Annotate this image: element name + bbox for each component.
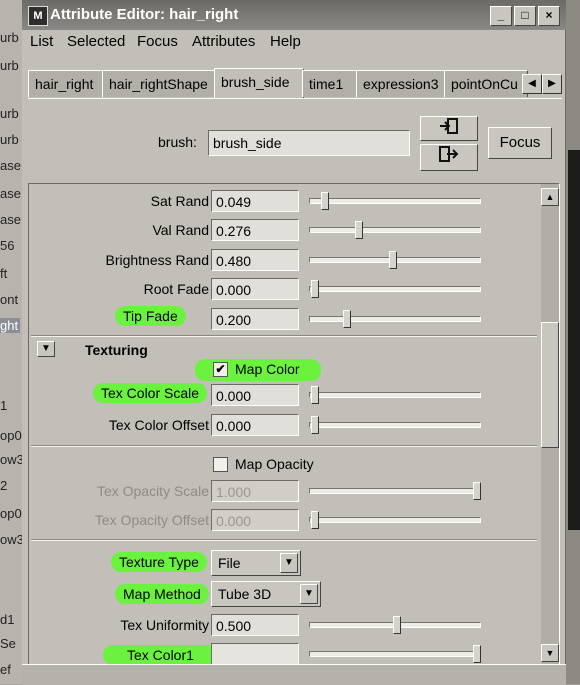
tab-hair-rightshape[interactable]: hair_rightShape xyxy=(102,70,216,97)
focus-button[interactable]: Focus xyxy=(488,127,552,159)
attribute-panel: Sat Rand 0.049 Val Rand 0.276 Brightness… xyxy=(28,183,560,665)
map-color-checkbox[interactable]: ✔ xyxy=(213,362,228,377)
val-rand-slider[interactable] xyxy=(309,227,481,233)
attribute-editor-window: M Attribute Editor: hair_right _ □ × Lis… xyxy=(22,0,566,685)
tip-fade-field[interactable]: 0.200 xyxy=(211,308,299,330)
tab-scroll-left-icon[interactable]: ◀ xyxy=(522,74,542,94)
texturing-header: Texturing xyxy=(85,342,148,358)
background-dark-panel xyxy=(568,150,580,530)
tex-uniformity-field[interactable]: 0.500 xyxy=(211,614,299,636)
brightness-rand-label: Brightness Rand xyxy=(105,252,209,268)
brush-name-field[interactable]: brush_side xyxy=(208,130,410,156)
section-divider xyxy=(31,445,537,447)
tex-color1-swatch[interactable] xyxy=(211,643,299,664)
tip-fade-slider[interactable] xyxy=(309,316,481,322)
tex-color-offset-slider-thumb[interactable] xyxy=(311,416,319,434)
tex-opacity-scale-label: Tex Opacity Scale xyxy=(96,483,209,499)
tex-uniformity-slider-thumb[interactable] xyxy=(393,616,401,634)
menu-selected[interactable]: Selected xyxy=(67,33,125,50)
maya-app-icon[interactable]: M xyxy=(28,6,48,26)
select-node-button[interactable] xyxy=(420,144,478,171)
sat-rand-slider[interactable] xyxy=(309,198,481,204)
tab-hair-right[interactable]: hair_right xyxy=(28,70,104,97)
tex-color-scale-slider[interactable] xyxy=(309,392,481,398)
tex-color-offset-label: Tex Color Offset xyxy=(108,417,209,433)
background-outliner-strip: urb urb urb urb ase ase ase 56 ft ont gh… xyxy=(0,0,24,684)
tex-color-offset-slider[interactable] xyxy=(309,422,481,428)
texture-type-dropdown[interactable]: File ▼ xyxy=(211,550,301,576)
tex-opacity-offset-slider[interactable] xyxy=(309,517,481,523)
menu-bar: List Selected Focus Attributes Help xyxy=(22,30,566,54)
chevron-down-icon: ▼ xyxy=(280,553,298,573)
minimize-button[interactable]: _ xyxy=(490,6,512,26)
tex-color-offset-field[interactable]: 0.000 xyxy=(211,414,299,436)
val-rand-slider-thumb[interactable] xyxy=(355,221,363,239)
tex-uniformity-label: Tex Uniformity xyxy=(120,617,209,633)
menu-list[interactable]: List xyxy=(30,33,53,50)
load-node-icon xyxy=(440,118,458,134)
bottom-button-bar xyxy=(22,664,566,685)
tex-opacity-offset-slider-thumb[interactable] xyxy=(311,511,319,529)
map-opacity-checkbox[interactable] xyxy=(213,457,228,472)
map-method-value: Tube 3D xyxy=(218,586,272,602)
tab-pointoncurve[interactable]: pointOnCu xyxy=(444,70,528,97)
scroll-up-icon[interactable]: ▲ xyxy=(541,188,559,206)
brightness-rand-field[interactable]: 0.480 xyxy=(211,249,299,271)
tex-color-scale-slider-thumb[interactable] xyxy=(311,386,319,404)
tab-brush-side[interactable]: brush_side xyxy=(214,68,304,98)
val-rand-label: Val Rand xyxy=(152,222,209,238)
root-fade-field[interactable]: 0.000 xyxy=(211,278,299,300)
map-color-label: Map Color xyxy=(235,361,300,377)
chevron-down-icon: ▼ xyxy=(300,584,318,604)
root-fade-slider-thumb[interactable] xyxy=(311,280,319,298)
tip-fade-label: Tip Fade xyxy=(115,306,186,326)
tip-fade-slider-thumb[interactable] xyxy=(343,310,351,328)
node-tabs: hair_right hair_rightShape brush_side ti… xyxy=(28,68,562,99)
map-method-dropdown[interactable]: Tube 3D ▼ xyxy=(211,581,321,607)
tex-color1-slider-thumb[interactable] xyxy=(473,645,481,663)
brightness-rand-slider-thumb[interactable] xyxy=(389,251,397,269)
menu-help[interactable]: Help xyxy=(270,33,301,50)
tex-color-scale-field[interactable]: 0.000 xyxy=(211,384,299,406)
tex-opacity-offset-field[interactable]: 0.000 xyxy=(211,509,299,531)
tex-opacity-offset-label: Tex Opacity Offset xyxy=(94,512,209,528)
select-node-icon xyxy=(439,146,459,162)
scroll-down-icon[interactable]: ▼ xyxy=(541,644,559,662)
close-button[interactable]: × xyxy=(538,6,560,26)
texture-type-value: File xyxy=(218,555,241,571)
maximize-button[interactable]: □ xyxy=(514,6,536,26)
menu-attributes[interactable]: Attributes xyxy=(192,33,255,50)
menu-focus[interactable]: Focus xyxy=(137,33,178,50)
tex-opacity-scale-field[interactable]: 1.000 xyxy=(211,480,299,502)
section-divider xyxy=(31,539,537,541)
tex-color1-label: Tex Color1 xyxy=(103,645,218,664)
tab-expression3[interactable]: expression3 xyxy=(356,70,446,97)
texture-type-label: Texture Type xyxy=(111,552,207,572)
val-rand-field[interactable]: 0.276 xyxy=(211,219,299,241)
map-opacity-label: Map Opacity xyxy=(235,456,314,472)
tex-color1-slider[interactable] xyxy=(309,651,481,657)
collapse-texturing-icon[interactable]: ▼ xyxy=(37,341,55,357)
tex-opacity-scale-slider[interactable] xyxy=(309,488,481,494)
tex-color-scale-label: Tex Color Scale xyxy=(93,383,208,403)
sat-rand-label: Sat Rand xyxy=(150,193,209,209)
load-node-button[interactable] xyxy=(420,116,478,141)
window-title: Attribute Editor: hair_right xyxy=(50,6,239,23)
tex-opacity-scale-slider-thumb[interactable] xyxy=(473,482,481,500)
sat-rand-field[interactable]: 0.049 xyxy=(211,190,299,212)
vertical-scrollbar[interactable]: ▲ ▼ xyxy=(541,184,559,664)
brush-label: brush: xyxy=(158,134,197,150)
outliner-selected-item[interactable]: ght xyxy=(0,318,20,333)
root-fade-slider[interactable] xyxy=(309,286,481,292)
tab-time1[interactable]: time1 xyxy=(302,70,358,97)
tab-scroll-right-icon[interactable]: ▶ xyxy=(542,74,562,94)
sat-rand-slider-thumb[interactable] xyxy=(321,192,329,210)
scrollbar-thumb[interactable] xyxy=(541,322,559,448)
title-bar[interactable]: M Attribute Editor: hair_right _ □ × xyxy=(22,0,566,30)
section-divider xyxy=(31,335,537,337)
map-method-label: Map Method xyxy=(115,584,209,604)
root-fade-label: Root Fade xyxy=(143,281,209,297)
